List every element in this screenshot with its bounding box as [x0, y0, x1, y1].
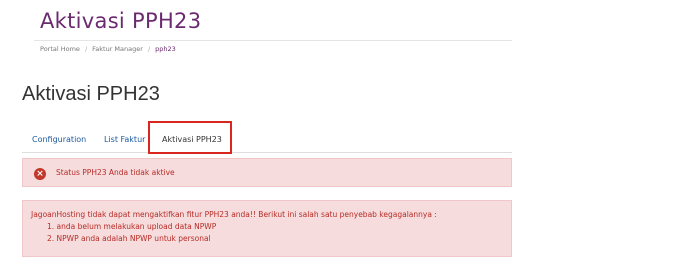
breadcrumb-separator: /	[147, 45, 151, 53]
tabs-divider	[22, 152, 512, 153]
site-title: Aktivasi PPH23	[40, 9, 202, 33]
breadcrumb-separator: /	[84, 45, 88, 53]
tab-list-faktur[interactable]: List Faktur	[104, 135, 145, 144]
error-reason-item: 1. anda belum melakukan upload data NPWP	[47, 222, 217, 231]
page-title: Aktivasi PPH23	[22, 83, 160, 105]
error-reason-item: 2. NPWP anda adalah NPWP untuk personal	[47, 234, 211, 243]
breadcrumb-current: pph23	[155, 45, 176, 53]
tab-configuration[interactable]: Configuration	[32, 135, 86, 144]
header-divider	[34, 40, 512, 41]
error-alert: JagoanHosting tidak dapat mengaktifkan f…	[22, 200, 512, 257]
tab-aktivasi-pph23-label[interactable]: Aktivasi PPH23	[162, 135, 222, 144]
status-alert-text: Status PPH23 Anda tidak aktive	[56, 168, 175, 177]
breadcrumb-faktur-manager[interactable]: Faktur Manager	[92, 45, 143, 53]
status-alert: × Status PPH23 Anda tidak aktive	[22, 158, 512, 187]
breadcrumb: Portal Home / Faktur Manager / pph23	[40, 45, 176, 53]
breadcrumb-portal-home[interactable]: Portal Home	[40, 45, 80, 53]
error-circle-icon: ×	[34, 168, 46, 180]
error-alert-intro: JagoanHosting tidak dapat mengaktifkan f…	[31, 210, 437, 219]
